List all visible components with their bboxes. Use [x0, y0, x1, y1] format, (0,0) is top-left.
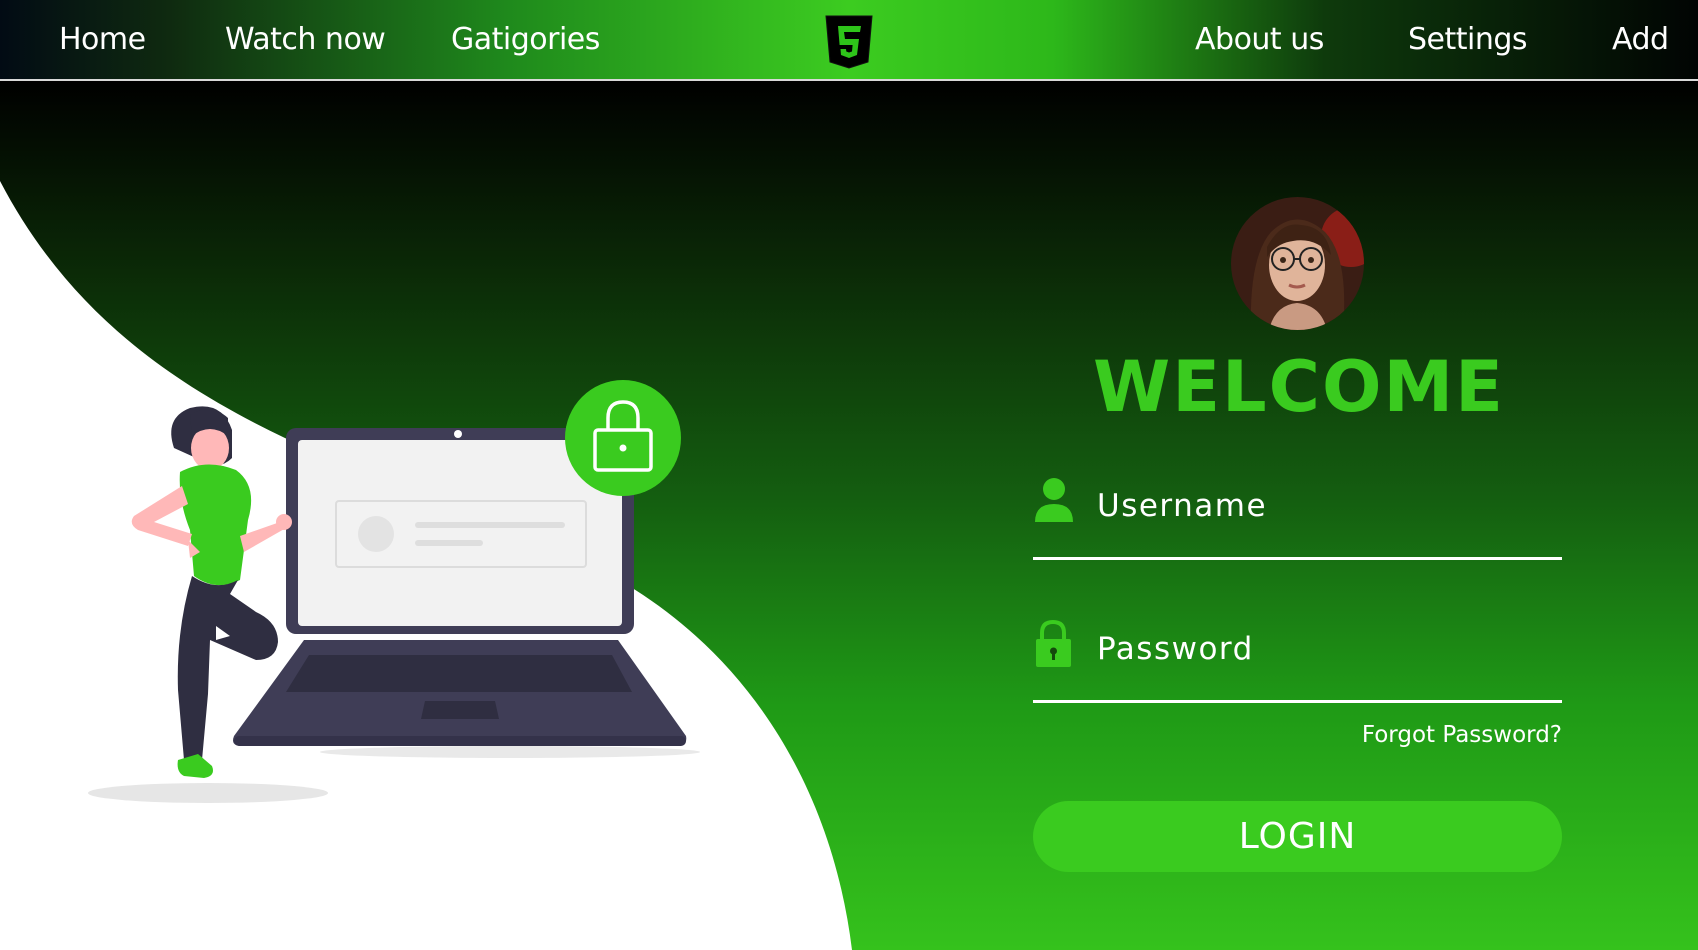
nav-add[interactable]: Add	[1612, 22, 1669, 57]
welcome-title: WELCOME	[1093, 346, 1505, 428]
laptop-camera	[454, 430, 462, 438]
login-button[interactable]: LOGIN	[1033, 801, 1562, 872]
card-line-1	[415, 522, 565, 528]
nav-about-us[interactable]: About us	[1195, 22, 1324, 57]
username-field[interactable]: Username	[1033, 472, 1562, 560]
nav-home[interactable]: Home	[59, 22, 146, 57]
laptop-edge	[234, 736, 686, 746]
forgot-password-link[interactable]: Forgot Password?	[1250, 722, 1562, 748]
floor-shadow	[88, 783, 328, 803]
card-avatar-placeholder	[358, 516, 394, 552]
card-line-2	[415, 540, 483, 546]
laptop-trackpad	[421, 701, 499, 719]
user-icon	[1035, 478, 1073, 522]
lock-icon	[1036, 619, 1071, 667]
left-arm	[131, 486, 192, 546]
password-field[interactable]: Password	[1033, 615, 1562, 703]
username-placeholder: Username	[1097, 488, 1268, 524]
nav-watch-now[interactable]: Watch now	[225, 22, 386, 57]
nav-categories[interactable]: Gatigories	[451, 22, 600, 57]
laptop-shadow	[320, 746, 700, 758]
woman-with-laptop-illustration	[88, 380, 700, 803]
laptop-keyboard	[286, 655, 632, 692]
shoe	[177, 754, 213, 778]
nav-settings[interactable]: Settings	[1408, 22, 1528, 57]
lock-badge	[565, 380, 681, 496]
top-navbar: Home Watch now Gatigories About us Setti…	[0, 0, 1698, 81]
shirt	[179, 464, 252, 586]
html5-logo-icon[interactable]	[824, 14, 874, 70]
avatar	[1231, 197, 1364, 330]
password-placeholder: Password	[1097, 631, 1254, 667]
